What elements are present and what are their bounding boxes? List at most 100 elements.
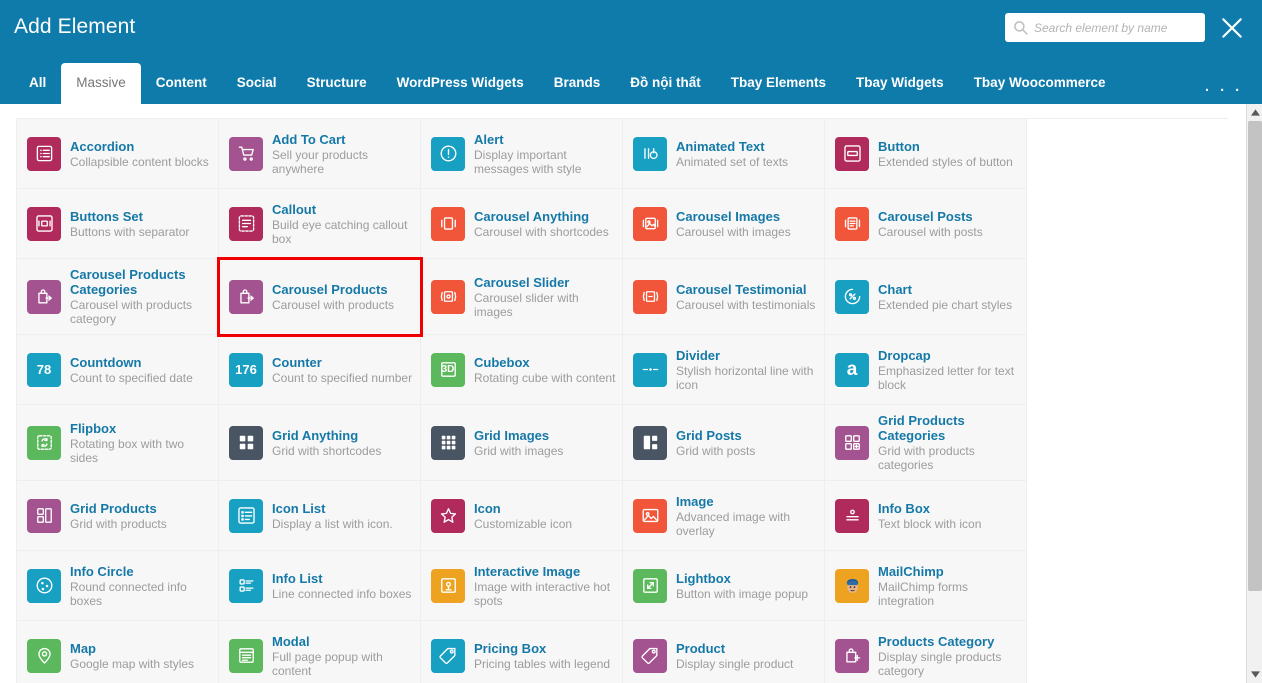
element-title: Carousel Slider [474,274,570,290]
element-card[interactable]: Products Category Display single products… [825,621,1027,683]
tab-tbay-elements[interactable]: Tbay Elements [716,63,841,104]
carousel-icon [431,206,465,241]
element-card[interactable]: Carousel Products Carousel with products [217,257,423,337]
element-title: Modal [272,633,310,649]
element-card[interactable]: Product Display single product [623,621,825,683]
element-title: Alert [474,131,504,147]
element-card[interactable]: Grid Posts Grid with posts [623,405,825,481]
element-card[interactable]: Info Circle Round connected info boxes [17,551,219,621]
element-card[interactable]: Divider Stylish horizontal line with icon [623,335,825,405]
element-card[interactable]: Flipbox Rotating box with two sides [17,405,219,481]
element-card[interactable]: a Dropcap Emphasized letter for text block [825,335,1027,405]
element-card-text: Flipbox Rotating box with two sides [70,421,212,465]
tab-n-i-th-t[interactable]: Đồ nội thất [615,63,716,104]
element-title: Pricing Box [474,640,547,656]
tab-tbay-woocommerce[interactable]: Tbay Woocommerce [959,63,1121,104]
element-card-text: Animated Text Animated set of texts [676,139,788,169]
tab-content[interactable]: Content [141,63,222,104]
element-card[interactable]: MailChimp MailChimp forms integration [825,551,1027,621]
element-card[interactable]: Animated Text Animated set of texts [623,119,825,189]
info-box-icon [835,498,869,533]
more-tabs-button[interactable]: . . . [1204,75,1242,95]
element-description: Pricing tables with legend [474,656,611,671]
element-card[interactable]: 176 Counter Count to specified number [219,335,421,405]
tab-wordpress-widgets[interactable]: WordPress Widgets [382,63,539,104]
element-card[interactable]: Lightbox Button with image popup [623,551,825,621]
search-box[interactable] [1005,13,1205,42]
tab-tbay-widgets[interactable]: Tbay Widgets [841,63,959,104]
element-card[interactable]: Interactive Image Image with interactive … [421,551,623,621]
element-card[interactable]: Carousel Products Categories Carousel wit… [17,259,219,335]
element-card[interactable]: Info Box Text block with icon [825,481,1027,551]
element-card[interactable]: Accordion Collapsible content blocks [17,119,219,189]
buttons-set-icon [27,206,61,241]
scroll-up-arrow-icon[interactable] [1247,104,1262,121]
tab-structure[interactable]: Structure [292,63,382,104]
element-description: Text block with icon [878,516,982,531]
element-card-text: Product Display single product [676,641,793,671]
element-card[interactable]: Info List Line connected info boxes [219,551,421,621]
element-card[interactable]: Grid Products Categories Grid with produc… [825,405,1027,481]
element-card-text: Carousel Slider Carousel slider with imag… [474,275,616,319]
element-description: Display important messages with style [474,147,582,176]
search-icon [1013,20,1028,35]
close-button[interactable] [1218,14,1246,42]
element-card[interactable]: Icon Customizable icon [421,481,623,551]
element-card[interactable]: Grid Images Grid with images [421,405,623,481]
element-card-text: MailChimp MailChimp forms integration [878,564,1020,608]
element-card-text: Carousel Testimonial Carousel with testim… [676,282,815,312]
element-card[interactable]: Buttons Set Buttons with separator [17,189,219,259]
element-card[interactable]: Image Advanced image with overlay [623,481,825,551]
element-card[interactable]: Callout Build eye catching callout box [219,189,421,259]
element-card-text: Callout Build eye catching callout box [272,202,414,246]
element-description: Carousel with images [676,224,791,239]
element-card[interactable]: 3D Cubebox Rotating cube with content [421,335,623,405]
element-card[interactable]: Icon List Display a list with icon. [219,481,421,551]
element-card[interactable]: Chart Extended pie chart styles [825,259,1027,335]
scroll-down-arrow-icon[interactable] [1247,666,1262,683]
scrollbar-thumb[interactable] [1248,121,1262,591]
element-card[interactable]: Map Google map with styles [17,621,219,683]
element-description: Line connected info boxes [272,586,412,601]
element-card[interactable]: Alert Display important messages with sty… [421,119,623,189]
element-card-text: Icon List Display a list with icon. [272,501,393,531]
element-description: Extended styles of button [878,154,1013,169]
tab-massive[interactable]: Massive [61,63,141,104]
search-input[interactable] [1034,20,1197,35]
element-card-text: Carousel Images Carousel with images [676,209,791,239]
bag-arrow-icon [27,279,61,314]
element-card[interactable]: Modal Full page popup with content [219,621,421,683]
element-card-text: Info List Line connected info boxes [272,571,411,601]
tab-brands[interactable]: Brands [539,63,616,104]
element-card[interactable]: Add To Cart Sell your products anywhere [219,119,421,189]
element-title: Flipbox [70,420,117,436]
element-card[interactable]: Carousel Images Carousel with images [623,189,825,259]
info-list-icon [229,568,263,603]
vertical-scrollbar[interactable] [1246,104,1262,683]
element-card[interactable]: Carousel Anything Carousel with shortcode… [421,189,623,259]
element-title: Carousel Anything [474,208,590,224]
element-card-text: Chart Extended pie chart styles [878,282,1012,312]
element-description: Count to specified date [70,370,193,385]
element-card[interactable]: Grid Anything Grid with shortcodes [219,405,421,481]
element-description: Grid with products [70,516,167,531]
element-card[interactable]: Button Extended styles of button [825,119,1027,189]
grid-nine-icon [431,425,465,460]
element-card[interactable]: 78 Countdown Count to specified date [17,335,219,405]
element-title: Chart [878,281,912,297]
element-list-panel: Accordion Collapsible content blocks Add T… [0,104,1262,683]
element-card[interactable]: Grid Products Grid with products [17,481,219,551]
tab-social[interactable]: Social [222,63,292,104]
element-card[interactable]: Carousel Slider Carousel slider with imag… [421,259,623,335]
flip-box-icon [27,425,61,460]
element-card[interactable]: Carousel Testimonial Carousel with testim… [623,259,825,335]
element-card[interactable]: Pricing Box Pricing tables with legend [421,621,623,683]
element-description: Carousel with products category [70,298,193,326]
element-card[interactable]: Carousel Posts Carousel with posts [825,189,1027,259]
element-description: Advanced image with overlay [676,509,791,538]
tab-all[interactable]: All [14,63,61,104]
element-title: Add To Cart [272,131,346,147]
add-element-modal: Add Element AllMassiveContentSocialStruc… [0,0,1262,683]
interactive-image-icon [431,568,465,603]
element-description: Carousel with shortcodes [474,224,609,239]
